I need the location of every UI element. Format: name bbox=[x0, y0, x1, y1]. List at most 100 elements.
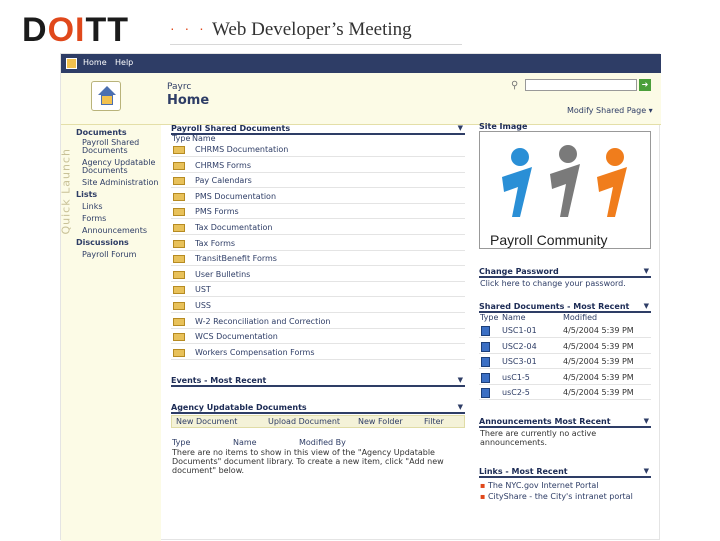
document-folder-row[interactable]: PMS Documentation bbox=[171, 189, 465, 204]
folder-icon bbox=[173, 255, 185, 264]
recent-document-name[interactable]: USC2-04 bbox=[502, 339, 537, 354]
folder-icon bbox=[173, 146, 185, 154]
quick-launch-item[interactable]: Documents bbox=[82, 146, 128, 155]
agency-docs-toolbar: New Document Upload Document New Folder … bbox=[171, 415, 465, 428]
folder-name[interactable]: User Bulletins bbox=[195, 267, 250, 282]
folder-name[interactable]: PMS Documentation bbox=[195, 189, 276, 204]
document-folder-row[interactable]: CHRMS Documentation bbox=[171, 142, 465, 157]
document-folder-row[interactable]: UST bbox=[171, 282, 465, 298]
site-title-bar: Payrc Home ⚲ ➜ Modify Shared Page ▾ bbox=[61, 73, 661, 125]
folder-name[interactable]: Workers Compensation Forms bbox=[195, 345, 315, 360]
document-icon bbox=[481, 326, 490, 336]
chevron-down-icon: ▼ bbox=[643, 267, 649, 275]
search-go-button[interactable]: ➜ bbox=[639, 79, 651, 91]
search-icon: ⚲ bbox=[511, 80, 519, 91]
recent-document-name[interactable]: usC1-5 bbox=[502, 370, 530, 385]
folder-icon bbox=[173, 348, 185, 357]
folder-name[interactable]: PMS Forms bbox=[195, 204, 239, 219]
quick-launch-item[interactable]: Documents bbox=[82, 166, 128, 175]
chevron-down-icon: ▼ bbox=[457, 403, 463, 411]
recent-document-modified: 4/5/2004 5:39 PM bbox=[563, 341, 634, 351]
agency-col-modified[interactable]: Modified By bbox=[299, 438, 346, 447]
events-header[interactable]: Events - Most Recent ▼ bbox=[171, 375, 465, 387]
link-item[interactable]: ▪ The NYC.gov Internet Portal bbox=[480, 481, 599, 490]
agency-docs-header[interactable]: Agency Updatable Documents ▼ bbox=[171, 402, 465, 414]
chevron-down-icon: ▼ bbox=[643, 417, 649, 425]
folder-icon bbox=[173, 270, 185, 279]
document-folder-row[interactable]: WCS Documentation bbox=[171, 329, 465, 345]
document-folder-row[interactable]: Tax Forms bbox=[171, 236, 465, 251]
quick-launch-item[interactable]: Links bbox=[82, 202, 103, 211]
new-folder-button[interactable]: New Folder bbox=[358, 416, 403, 428]
document-folder-row[interactable]: TransitBenefit Forms bbox=[171, 251, 465, 267]
recent-document-modified: 4/5/2004 5:39 PM bbox=[563, 372, 634, 382]
quick-launch-item[interactable]: Announcements bbox=[82, 226, 147, 235]
agency-col-type[interactable]: Type bbox=[172, 438, 190, 447]
folder-name[interactable]: TransitBenefit Forms bbox=[195, 251, 277, 266]
document-folder-row[interactable]: Pay Calendars bbox=[171, 173, 465, 189]
meeting-title: Web Developer’s Meeting bbox=[212, 19, 412, 40]
announcements-text: There are currently no active announceme… bbox=[480, 429, 597, 447]
nav-home[interactable]: Home bbox=[83, 58, 107, 67]
links-header[interactable]: Links - Most Recent ▼ bbox=[479, 466, 651, 478]
folder-icon bbox=[173, 208, 185, 217]
shared-recent-header[interactable]: Shared Documents - Most Recent ▼ bbox=[479, 301, 651, 313]
quick-launch-item[interactable]: Discussions bbox=[76, 238, 129, 247]
document-folder-row[interactable]: User Bulletins bbox=[171, 267, 465, 282]
nav-help[interactable]: Help bbox=[115, 58, 133, 67]
upload-document-button[interactable]: Upload Document bbox=[268, 416, 340, 428]
quick-launch-item[interactable]: Site Administration bbox=[82, 178, 158, 187]
folder-icon bbox=[173, 317, 185, 326]
change-password-header[interactable]: Change Password ▼ bbox=[479, 266, 651, 278]
home-icon bbox=[91, 81, 121, 111]
agency-empty-text: There are no items to show in this view … bbox=[172, 448, 444, 475]
portal-home-icon[interactable] bbox=[66, 58, 77, 69]
quick-launch-item[interactable]: Lists bbox=[76, 190, 97, 199]
folder-name[interactable]: W-2 Reconciliation and Correction bbox=[195, 314, 330, 329]
recent-document-row[interactable]: usC1-5 4/5/2004 5:39 PM bbox=[479, 370, 651, 385]
search-input[interactable] bbox=[525, 79, 637, 91]
top-nav: Home Help bbox=[61, 54, 661, 73]
agency-col-name[interactable]: Name bbox=[233, 438, 257, 447]
folder-name[interactable]: Tax Documentation bbox=[195, 220, 272, 235]
document-folder-row[interactable]: USS bbox=[171, 298, 465, 313]
recent-col-type[interactable]: Type bbox=[480, 313, 498, 322]
document-folder-row[interactable]: W-2 Reconciliation and Correction bbox=[171, 314, 465, 329]
title-dots: · · · bbox=[170, 20, 207, 36]
recent-document-row[interactable]: USC2-04 4/5/2004 5:39 PM bbox=[479, 339, 651, 354]
chevron-down-icon: ▼ bbox=[457, 124, 463, 132]
folder-icon bbox=[173, 192, 185, 201]
recent-document-modified: 4/5/2004 5:39 PM bbox=[563, 357, 634, 367]
document-folder-row[interactable]: Tax Documentation bbox=[171, 220, 465, 235]
recent-document-row[interactable]: USC3-01 4/5/2004 5:39 PM bbox=[479, 354, 651, 370]
document-icon bbox=[481, 388, 490, 399]
recent-col-name[interactable]: Name bbox=[502, 313, 526, 322]
announcements-header[interactable]: Announcements Most Recent ▼ bbox=[479, 416, 651, 428]
title-rule bbox=[170, 44, 462, 45]
folder-name[interactable]: UST bbox=[195, 282, 211, 297]
quick-launch-item[interactable]: Payroll Forum bbox=[82, 250, 136, 259]
folder-name[interactable]: USS bbox=[195, 298, 211, 313]
recent-document-row[interactable]: usC2-5 4/5/2004 5:39 PM bbox=[479, 385, 651, 401]
document-folder-row[interactable]: PMS Forms bbox=[171, 204, 465, 220]
quick-launch-item[interactable]: Documents bbox=[76, 128, 127, 137]
folder-name[interactable]: WCS Documentation bbox=[195, 329, 278, 344]
filter-button[interactable]: Filter bbox=[424, 416, 444, 428]
change-password-link[interactable]: Click here to change your password. bbox=[480, 279, 626, 288]
new-document-button[interactable]: New Document bbox=[176, 416, 237, 428]
link-item[interactable]: ▪ CityShare - the City's intranet portal bbox=[480, 492, 633, 501]
recent-document-row[interactable]: USC1-01 4/5/2004 5:39 PM bbox=[479, 323, 651, 338]
recent-col-modified[interactable]: Modified bbox=[563, 313, 597, 322]
site-image: Payroll Community bbox=[479, 131, 651, 249]
folder-name[interactable]: CHRMS Forms bbox=[195, 158, 251, 173]
folder-name[interactable]: Tax Forms bbox=[195, 236, 235, 251]
modify-shared-page-link[interactable]: Modify Shared Page ▾ bbox=[567, 106, 653, 115]
folder-name[interactable]: CHRMS Documentation bbox=[195, 142, 288, 157]
quick-launch-item[interactable]: Forms bbox=[82, 214, 106, 223]
recent-document-name[interactable]: usC2-5 bbox=[502, 385, 530, 400]
recent-document-name[interactable]: USC3-01 bbox=[502, 354, 537, 369]
document-folder-row[interactable]: Workers Compensation Forms bbox=[171, 345, 465, 360]
folder-name[interactable]: Pay Calendars bbox=[195, 173, 252, 188]
recent-document-name[interactable]: USC1-01 bbox=[502, 323, 537, 338]
document-folder-row[interactable]: CHRMS Forms bbox=[171, 158, 465, 173]
